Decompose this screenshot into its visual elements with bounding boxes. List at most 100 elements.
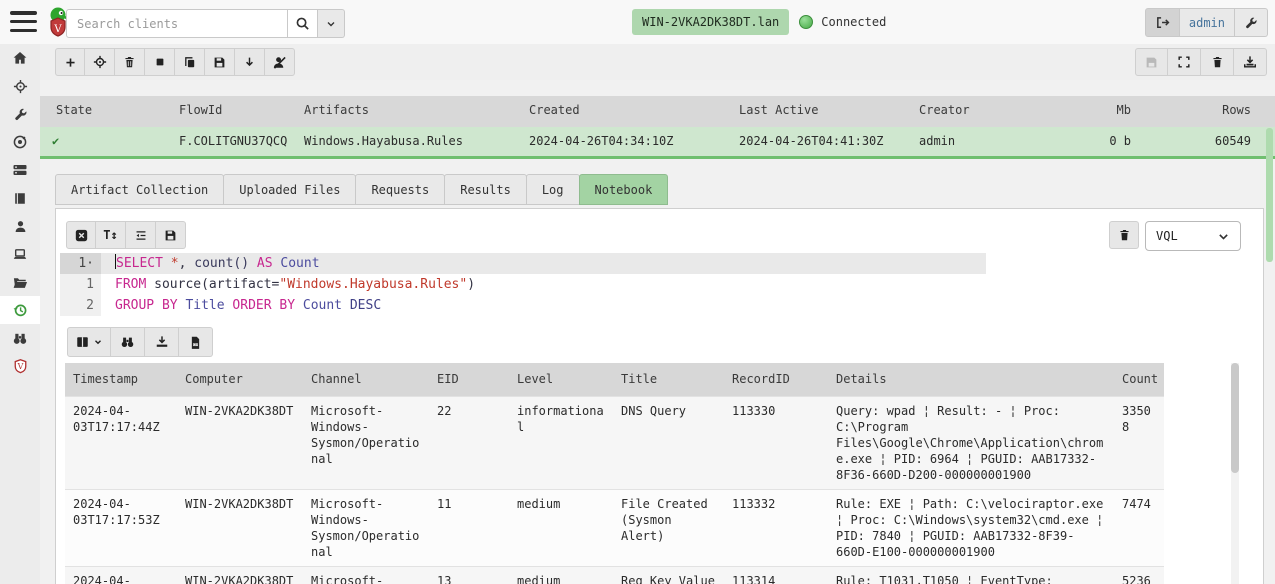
results-column-header[interactable]: Count (1114, 363, 1164, 396)
reformat-button[interactable] (126, 221, 156, 249)
results-scrollbar-thumb[interactable] (1231, 363, 1239, 473)
logout-button[interactable] (1145, 8, 1180, 37)
cell-toolbar: T↕ (66, 221, 186, 249)
delete-button[interactable] (115, 48, 145, 76)
results-cell: 5236 (1114, 566, 1164, 584)
svg-text:V: V (53, 24, 62, 35)
flows-toolbar (40, 44, 1275, 80)
results-cell: 2024-04-03T17:17:44Z (65, 396, 177, 489)
flow-cell: 2024-04-26T04:41:30Z (739, 127, 919, 156)
column-header[interactable]: State (40, 96, 179, 127)
cell-language-select[interactable]: VQL (1145, 221, 1241, 251)
notebook-panel: T↕ VQL 1·12 SELECT *, count() AS CountFR… (55, 208, 1264, 584)
tab-notebook[interactable]: Notebook (579, 174, 669, 205)
tab-uploaded-files[interactable]: Uploaded Files (223, 174, 356, 205)
column-header[interactable]: Created (529, 96, 739, 127)
sidebar-item-users[interactable] (0, 212, 40, 240)
sidebar-item-flows[interactable] (0, 296, 40, 324)
tab-log[interactable]: Log (526, 174, 580, 205)
download-button[interactable] (235, 48, 265, 76)
cell-language-value: VQL (1156, 229, 1178, 243)
flow-detail-tabs: Artifact CollectionUploaded FilesRequest… (55, 174, 668, 205)
flow-target-button[interactable] (85, 48, 115, 76)
column-header[interactable]: FlowId (179, 96, 304, 127)
top-navbar: V WIN-2VKA2DK38DT.lan Connected admin (0, 0, 1275, 44)
search-rows-button[interactable] (111, 327, 145, 357)
search-button[interactable] (288, 9, 318, 38)
download-results-button[interactable] (145, 327, 179, 357)
text-size-button[interactable]: T↕ (96, 221, 126, 249)
remove-user-button[interactable] (265, 48, 295, 76)
binoculars-icon (12, 331, 28, 346)
flows-table-row-selected[interactable]: ✔F.COLITGNU37QCQWindows.Hayabusa.Rules20… (40, 127, 1275, 156)
sidebar-item-host[interactable] (0, 240, 40, 268)
person-icon (13, 219, 28, 234)
results-cell: File Created (Sysmon Alert) (613, 489, 724, 566)
sidebar-item-notebooks[interactable] (0, 184, 40, 212)
logout-icon (1155, 15, 1170, 30)
results-cell: 33508 (1114, 396, 1164, 489)
hamburger-icon[interactable] (10, 11, 37, 32)
results-column-header[interactable]: Details (828, 363, 1114, 396)
wrench-icon (13, 107, 28, 122)
column-header[interactable]: Mb (1069, 96, 1131, 127)
copy-button[interactable] (175, 48, 205, 76)
results-column-header[interactable]: Title (613, 363, 724, 396)
code-line[interactable]: FROM source(artifact="Windows.Hayabusa.R… (101, 274, 1256, 295)
sidebar-item-search[interactable] (0, 324, 40, 352)
table-row[interactable]: 2024-04-WIN-2VKA2DK38DTMicrosoft-13mediu… (65, 566, 1164, 584)
search-icon (295, 16, 310, 31)
flows-table-header: StateFlowIdArtifactsCreatedLast ActiveCr… (40, 96, 1275, 127)
collapse-cell-button[interactable] (66, 221, 96, 249)
tab-results[interactable]: Results (444, 174, 527, 205)
column-header[interactable]: Last Active (739, 96, 919, 127)
table-row[interactable]: 2024-04-03T17:17:53ZWIN-2VKA2DK38DTMicro… (65, 489, 1164, 566)
search-input[interactable] (66, 9, 288, 38)
stop-button[interactable] (145, 48, 175, 76)
flow-cell: admin (919, 127, 1069, 156)
results-column-header[interactable]: Channel (303, 363, 429, 396)
green-scrollbar-thumb[interactable] (1266, 128, 1273, 262)
code-token: ORDER BY (225, 298, 295, 313)
delete-notebook-button[interactable] (1201, 48, 1234, 76)
code-line[interactable]: GROUP BY Title ORDER BY Count DESC (101, 295, 1256, 316)
column-header[interactable]: Artifacts (304, 96, 529, 127)
fullscreen-button[interactable] (1168, 48, 1201, 76)
export-button[interactable] (1234, 48, 1267, 76)
settings-wrench-button[interactable] (1235, 8, 1268, 37)
results-scrollbar[interactable] (1231, 363, 1239, 584)
save-button[interactable] (205, 48, 235, 76)
flow-selection-divider (40, 156, 1275, 159)
tab-artifact-collection[interactable]: Artifact Collection (55, 174, 224, 205)
sidebar-item-server-artifacts[interactable] (0, 100, 40, 128)
vql-editor[interactable]: 1·12 SELECT *, count() AS CountFROM sour… (60, 253, 1256, 321)
editor-code[interactable]: SELECT *, count() AS CountFROM source(ar… (101, 253, 1256, 316)
columns-select-button[interactable] (67, 327, 111, 357)
results-column-header[interactable]: Computer (177, 363, 303, 396)
save-cell-button[interactable] (156, 221, 186, 249)
export-csv-button[interactable]: CSV (179, 327, 213, 357)
results-cell: Query: wpad ¦ Result: - ¦ Proc: C:\Progr… (828, 396, 1114, 489)
results-column-header[interactable]: Level (509, 363, 613, 396)
sidebar-item-server-events[interactable] (0, 128, 40, 156)
hostname-badge[interactable]: WIN-2VKA2DK38DT.lan (632, 9, 789, 35)
sidebar-item-server[interactable] (0, 156, 40, 184)
sidebar-item-home[interactable] (0, 44, 40, 72)
results-column-header[interactable]: EID (429, 363, 509, 396)
code-line[interactable]: SELECT *, count() AS Count (101, 253, 986, 274)
column-header[interactable]: Rows (1131, 96, 1251, 127)
results-cell: Rule: EXE ¦ Path: C:\velociraptor.exe ¦ … (828, 489, 1114, 566)
sidebar-item-hunts[interactable] (0, 72, 40, 100)
results-column-header[interactable]: Timestamp (65, 363, 177, 396)
left-sidebar: V (0, 44, 40, 584)
new-collection-button[interactable] (55, 48, 85, 76)
search-options-button[interactable] (318, 9, 345, 38)
delete-cell-button[interactable] (1109, 221, 1139, 249)
results-column-header[interactable]: RecordID (724, 363, 828, 396)
sidebar-item-vfs[interactable] (0, 268, 40, 296)
tab-requests[interactable]: Requests (355, 174, 445, 205)
table-row[interactable]: 2024-04-03T17:17:44ZWIN-2VKA2DK38DTMicro… (65, 396, 1164, 489)
column-header[interactable]: Creator (919, 96, 1069, 127)
sidebar-item-about[interactable]: V (0, 352, 40, 380)
user-menu-button[interactable]: admin (1180, 8, 1235, 37)
